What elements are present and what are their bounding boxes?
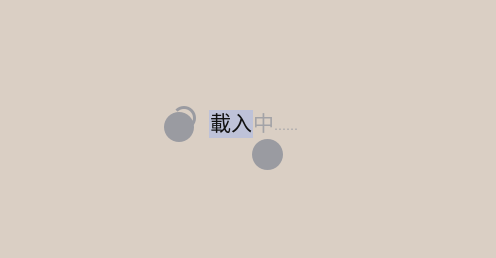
loading-ellipsis: …… [274,119,298,133]
spinner-dot-icon [164,112,194,142]
loading-text-highlighted: 載入 [209,110,253,138]
loading-message: 載入中…… [209,110,298,138]
loading-text-rest: 中 [253,112,274,136]
spinner-dot-icon [252,139,283,170]
loading-screen: 載入中…… [0,0,496,258]
